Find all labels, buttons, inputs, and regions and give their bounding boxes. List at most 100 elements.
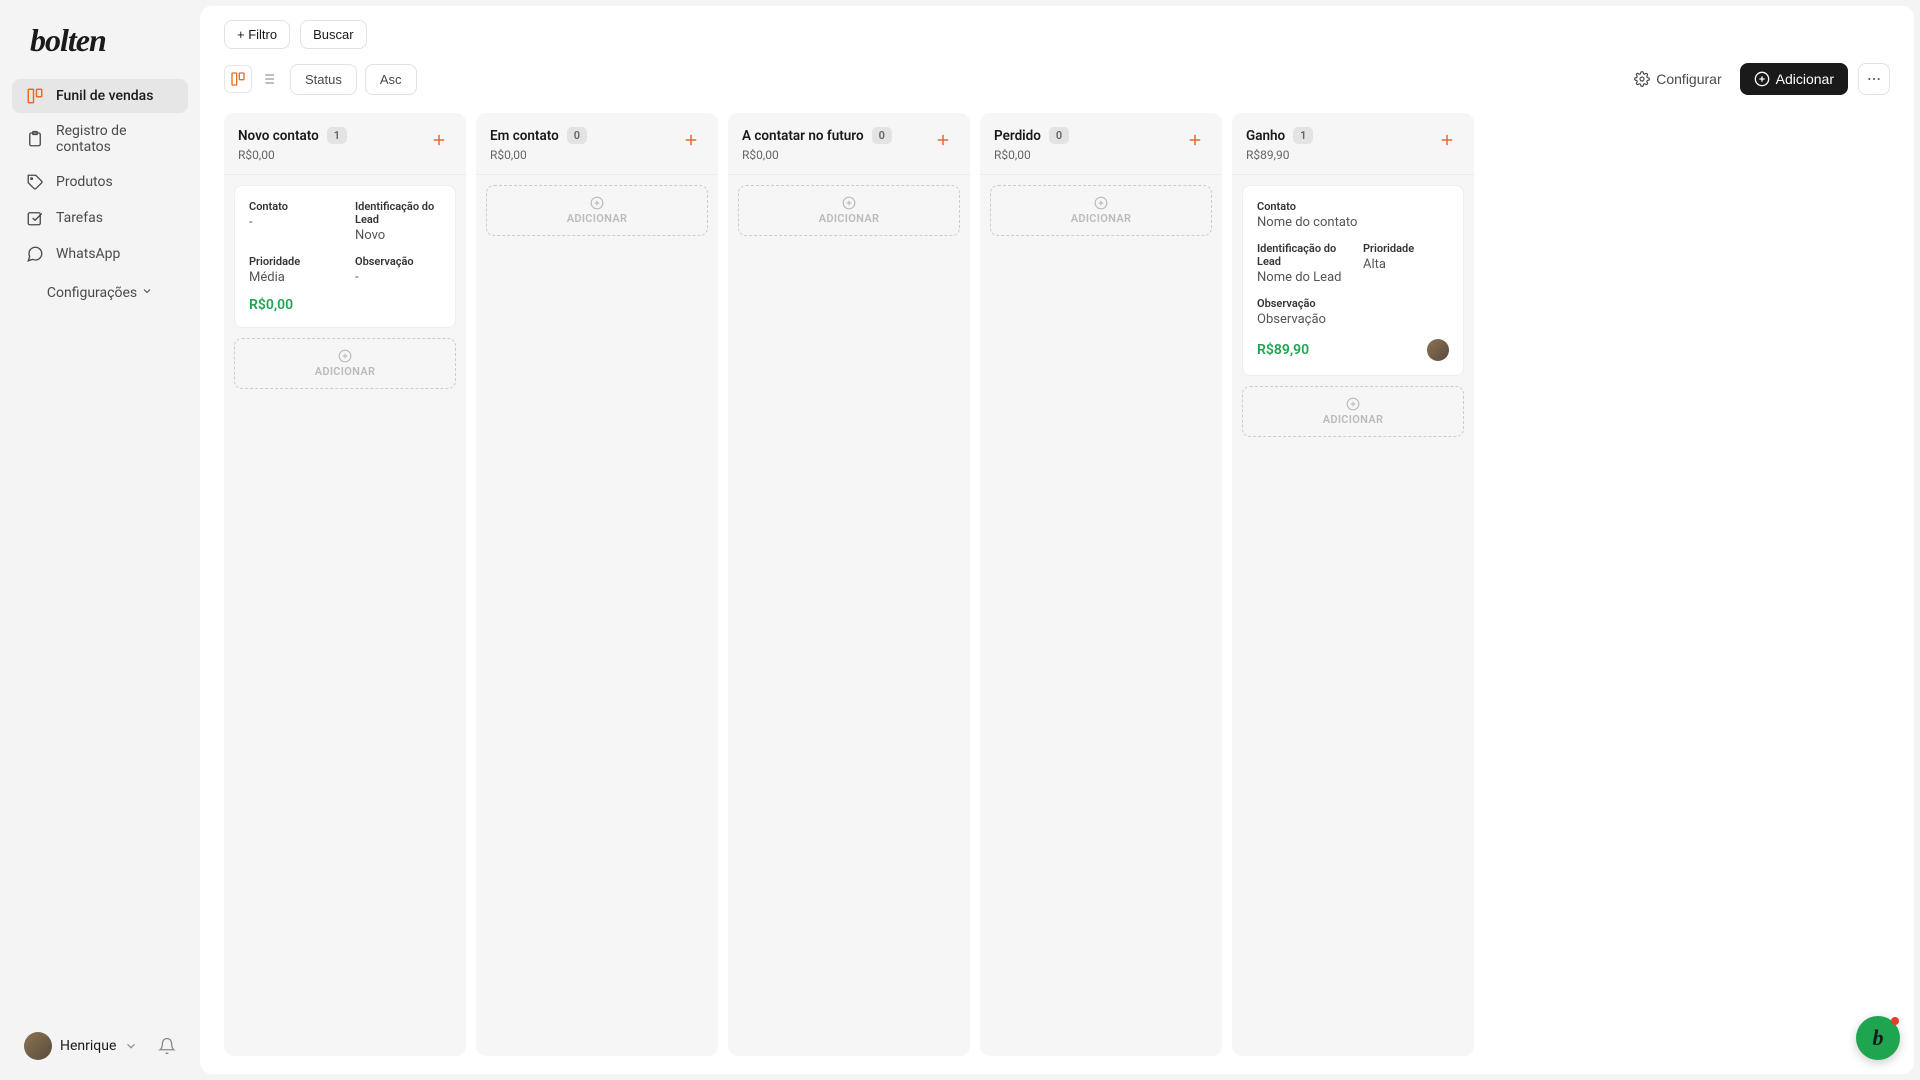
column: Novo contato 1 R$0,00 Contato - Identifi… [224,113,466,1056]
sidebar: bolten Funil de vendas Registro de contat… [0,0,200,1080]
column-title: A contatar no futuro [742,128,864,144]
nav-item-funil-de-vendas[interactable]: Funil de vendas [12,79,188,113]
add-card-button[interactable]: ADICIONAR [738,185,960,236]
card-row: Contato Nome do contato [1257,200,1449,230]
nav-item-produtos[interactable]: Produtos [12,165,188,199]
card-field-label: Prioridade [1363,242,1449,255]
column-add-button[interactable] [678,127,704,153]
lead-card[interactable]: Contato Nome do contato Identificação do… [1242,185,1464,376]
config-label: Configurações [47,285,137,301]
search-button[interactable]: Buscar [300,20,366,49]
add-label: Adicionar [1776,71,1834,87]
sidebar-footer: Henrique [12,1024,188,1068]
column-title: Novo contato [238,128,319,144]
card-field-label: Contato [249,200,335,213]
brand-logo: bolten [12,12,188,79]
card-field: Contato Nome do contato [1257,200,1449,230]
column-header: Perdido 0 R$0,00 [980,113,1222,175]
kanban-icon [26,87,44,105]
add-card-label: ADICIONAR [315,365,376,378]
column-add-button[interactable] [1434,127,1460,153]
column-add-button[interactable] [930,127,956,153]
column-amount: R$0,00 [238,148,347,162]
card-price: R$0,00 [249,297,293,313]
lead-card[interactable]: Contato - Identificação do Lead Novo Pri… [234,185,456,328]
nav-item-whatsapp[interactable]: WhatsApp [12,237,188,271]
card-row: Observação Observação [1257,297,1449,327]
list-view-button[interactable] [254,65,282,93]
column: Em contato 0 R$0,00 ADICIONAR [476,113,718,1056]
nav-item-tarefas[interactable]: Tarefas [12,201,188,235]
fab-letter: b [1873,1025,1884,1051]
card-field: Observação Observação [1257,297,1449,327]
card-field-value: Alta [1363,257,1449,272]
add-card-label: ADICIONAR [1071,212,1132,225]
nav-label: Produtos [56,174,113,190]
toolbar-row: Status Asc Configurar Adicionar [224,63,1890,95]
card-field: Prioridade Alta [1363,242,1449,285]
add-card-button[interactable]: ADICIONAR [1242,386,1464,437]
plus-circle-icon [1094,196,1108,210]
column-title: Perdido [994,128,1041,144]
nav-label: Tarefas [56,210,103,226]
filter-button[interactable]: + Filtro [224,20,290,49]
configure-button[interactable]: Configurar [1626,65,1729,93]
bell-icon[interactable] [158,1037,176,1055]
chevron-down-icon[interactable] [124,1039,138,1053]
nav-label: WhatsApp [56,246,120,262]
board: Novo contato 1 R$0,00 Contato - Identifi… [200,95,1914,1074]
config-link[interactable]: Configurações [12,271,188,315]
add-card-label: ADICIONAR [1323,413,1384,426]
card-field-value: Nome do contato [1257,215,1449,230]
card-field-value: Média [249,270,335,285]
card-field: Observação - [355,255,441,285]
column-body: Contato - Identificação do Lead Novo Pri… [224,175,466,399]
add-card-button[interactable]: ADICIONAR [990,185,1212,236]
column-amount: R$0,00 [490,148,587,162]
sort-dir-select[interactable]: Asc [365,64,417,95]
column-amount: R$0,00 [994,148,1069,162]
card-field-label: Identificação do Lead [1257,242,1343,268]
plus-circle-icon [590,196,604,210]
main: + Filtro Buscar Status Asc [200,6,1914,1074]
view-toggle [224,65,282,93]
column-title: Ganho [1246,128,1285,144]
nav: Funil de vendas Registro de contatos Produ… [12,79,188,271]
add-card-button[interactable]: ADICIONAR [486,185,708,236]
card-field-label: Identificação do Lead [355,200,441,226]
column-header: Ganho 1 R$89,90 [1232,113,1474,175]
card-row: Identificação do Lead Nome do Lead Prior… [1257,242,1449,285]
add-button[interactable]: Adicionar [1740,63,1848,95]
card-field-value: Observação [1257,312,1449,327]
column-body: ADICIONAR [980,175,1222,246]
card-field-label: Contato [1257,200,1449,213]
column-body: ADICIONAR [476,175,718,246]
notification-dot [1891,1017,1899,1025]
add-card-label: ADICIONAR [819,212,880,225]
column-count: 1 [327,127,347,144]
column-count: 1 [1293,127,1313,144]
nav-item-registro-de-contatos[interactable]: Registro de contatos [12,115,188,163]
card-row: Contato - Identificação do Lead Novo [249,200,441,243]
add-card-button[interactable]: ADICIONAR [234,338,456,389]
card-field-value: Novo [355,228,441,243]
plus-circle-icon [1346,397,1360,411]
check-square-icon [26,209,44,227]
plus-circle-icon [1754,71,1770,87]
nav-label: Funil de vendas [56,88,153,104]
column: A contatar no futuro 0 R$0,00 ADICIONAR [728,113,970,1056]
card-field: Contato - [249,200,335,243]
plus-circle-icon [842,196,856,210]
column-add-button[interactable] [1182,127,1208,153]
column-add-button[interactable] [426,127,452,153]
help-fab[interactable]: b [1856,1016,1900,1060]
toolbar-left: Status Asc [224,64,417,95]
sort-by-select[interactable]: Status [290,64,357,95]
kanban-view-button[interactable] [224,65,252,93]
more-button[interactable] [1858,63,1890,95]
plus-circle-icon [338,349,352,363]
card-field-value: - [355,270,441,285]
column: Perdido 0 R$0,00 ADICIONAR [980,113,1222,1056]
column-body: Contato Nome do contato Identificação do… [1232,175,1474,447]
user-avatar[interactable] [24,1032,52,1060]
